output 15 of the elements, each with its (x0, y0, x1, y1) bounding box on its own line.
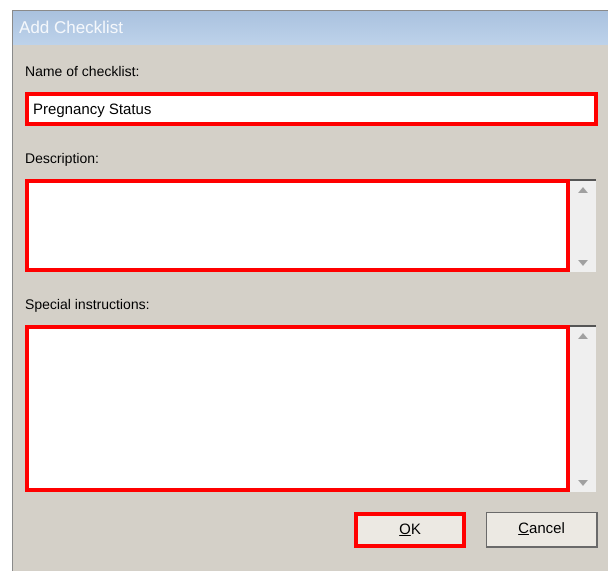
dialog-button[interactable]: OK (354, 512, 466, 548)
scroll-up-icon[interactable] (578, 187, 588, 193)
text-area[interactable] (25, 325, 570, 492)
scroll-down-icon[interactable] (578, 260, 588, 266)
field-label: Name of checklist: (25, 62, 140, 81)
field-label: Description: (25, 149, 100, 168)
text-field[interactable]: Pregnancy Status (25, 92, 598, 126)
text-area[interactable] (25, 179, 570, 272)
scrollbar[interactable] (570, 179, 596, 272)
field-label: Special instructions: (25, 295, 151, 314)
scroll-down-icon[interactable] (578, 480, 588, 486)
dialog-button[interactable]: Cancel (486, 512, 598, 548)
scrollbar[interactable] (570, 325, 596, 492)
window-title: Add Checklist (19, 17, 123, 40)
scroll-up-icon[interactable] (578, 333, 588, 339)
